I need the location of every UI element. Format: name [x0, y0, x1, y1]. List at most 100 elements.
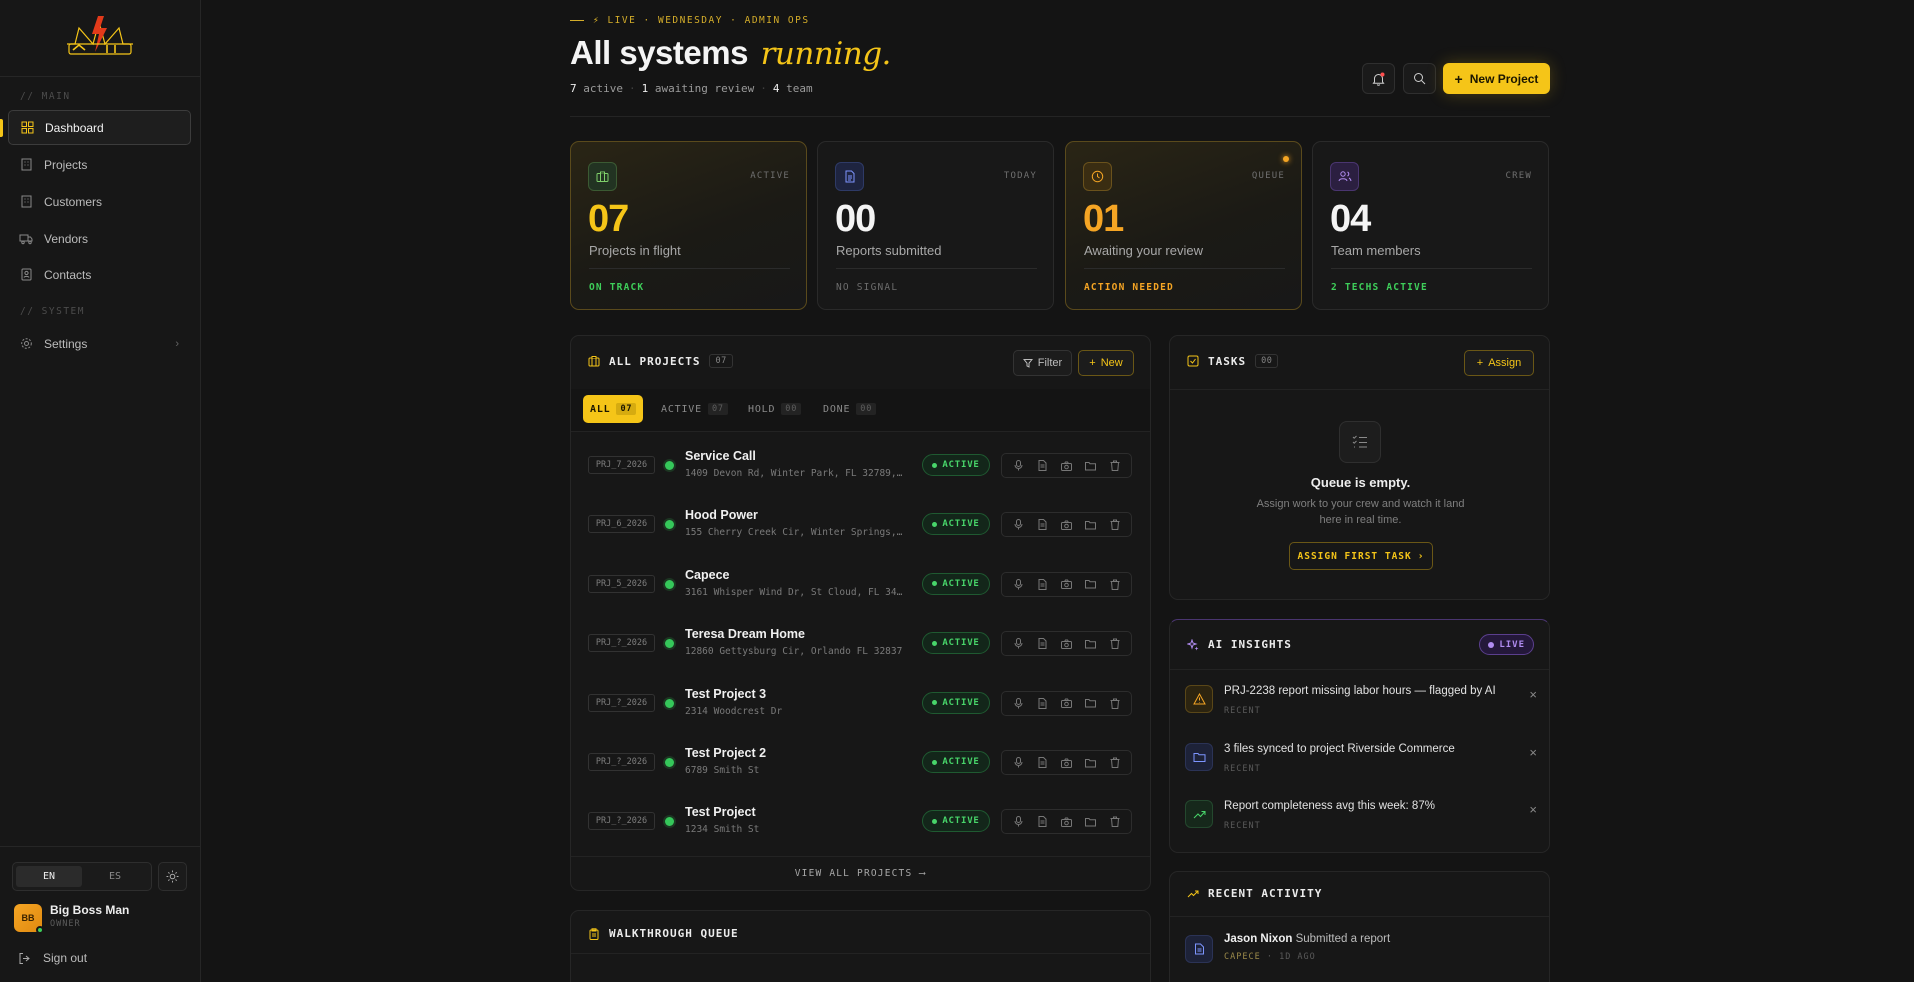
dismiss-icon[interactable]: × — [1529, 802, 1537, 817]
activity-text[interactable]: Jason Nixon Submitted a report — [1224, 933, 1390, 945]
filter-button[interactable]: Filter — [1013, 350, 1072, 376]
insight-item[interactable]: 3 files synced to project Riverside Comm… — [1185, 739, 1537, 785]
projects-panel: ALL PROJECTS 07 Filter + New ALL 07 ACTIVE 0… — [570, 335, 1151, 891]
trash-icon[interactable] — [1107, 695, 1123, 711]
trash-icon[interactable] — [1107, 814, 1123, 830]
project-row[interactable]: PRJ_?_2026 Test Project 1234 Smith St ACTIV… — [571, 793, 1150, 852]
camera-icon[interactable] — [1058, 458, 1074, 474]
tab-hold[interactable]: HOLD 00 — [741, 395, 808, 423]
project-name[interactable]: Capece — [685, 568, 729, 582]
avatar[interactable]: BB — [14, 904, 44, 934]
camera-icon[interactable] — [1058, 814, 1074, 830]
stat-card-active[interactable]: ACTIVE 07 Projects in flight ON TRACK — [570, 141, 807, 310]
trash-icon[interactable] — [1107, 517, 1123, 533]
status-badge: ACTIVE — [922, 810, 990, 833]
folder-icon[interactable] — [1083, 517, 1099, 533]
camera-icon[interactable] — [1058, 576, 1074, 592]
folder-icon[interactable] — [1083, 576, 1099, 592]
activity-meta: CAPECE · 1D AGO — [1224, 952, 1316, 962]
trash-icon[interactable] — [1107, 576, 1123, 592]
dismiss-icon[interactable]: × — [1529, 687, 1537, 702]
document-icon[interactable] — [1034, 814, 1050, 830]
dismiss-icon[interactable]: × — [1529, 745, 1537, 760]
mic-icon[interactable] — [1010, 636, 1026, 652]
document-icon[interactable] — [1034, 636, 1050, 652]
mic-icon[interactable] — [1010, 695, 1026, 711]
project-name[interactable]: Service Call — [685, 449, 756, 463]
folder-icon[interactable] — [1083, 695, 1099, 711]
camera-icon[interactable] — [1058, 517, 1074, 533]
project-name[interactable]: Hood Power — [685, 508, 758, 522]
row-actions — [1001, 690, 1132, 716]
recent-activity-title: RECENT ACTIVITY — [1187, 887, 1322, 900]
project-row[interactable]: PRJ_6_2026 Hood Power 155 Cherry Creek Cir… — [571, 496, 1150, 555]
sidebar-item-contacts[interactable]: Contacts — [8, 257, 191, 292]
alert-dot — [1283, 156, 1289, 162]
status-dot — [665, 579, 674, 589]
lang-en-button[interactable]: EN — [16, 866, 82, 887]
truck-icon — [19, 232, 33, 246]
status-badge: ACTIVE — [922, 572, 990, 595]
tab-done[interactable]: DONE 00 — [816, 395, 883, 423]
assign-first-task-button[interactable]: ASSIGN FIRST TASK › — [1289, 542, 1433, 570]
project-name[interactable]: Test Project 3 — [685, 687, 766, 701]
theme-toggle-button[interactable] — [158, 862, 187, 891]
camera-icon[interactable] — [1058, 636, 1074, 652]
sidebar-item-settings[interactable]: Settings › — [8, 326, 191, 361]
stat-card-today[interactable]: TODAY 00 Reports submitted NO SIGNAL — [817, 141, 1054, 310]
document-icon[interactable] — [1034, 755, 1050, 771]
assign-button[interactable]: + Assign — [1464, 350, 1534, 376]
chevron-right-icon: › — [175, 337, 179, 350]
document-icon[interactable] — [1034, 517, 1050, 533]
logo[interactable] — [0, 0, 200, 77]
sign-out-button[interactable]: Sign out — [18, 951, 87, 965]
sidebar-item-vendors[interactable]: Vendors — [8, 221, 191, 256]
mic-icon[interactable] — [1010, 458, 1026, 474]
new-project-small-button[interactable]: + New — [1078, 350, 1134, 376]
project-name[interactable]: Teresa Dream Home — [685, 627, 805, 641]
sidebar-item-customers[interactable]: Customers — [8, 184, 191, 219]
camera-icon[interactable] — [1058, 695, 1074, 711]
trash-icon[interactable] — [1107, 636, 1123, 652]
notifications-button[interactable] — [1362, 63, 1395, 94]
project-name[interactable]: Test Project — [685, 805, 756, 819]
trash-icon[interactable] — [1107, 458, 1123, 474]
stat-tag: TODAY — [1003, 171, 1037, 181]
mic-icon[interactable] — [1010, 814, 1026, 830]
project-name[interactable]: Test Project 2 — [685, 746, 766, 760]
folder-icon[interactable] — [1083, 636, 1099, 652]
mic-icon[interactable] — [1010, 576, 1026, 592]
sidebar-item-dashboard[interactable]: Dashboard — [8, 110, 191, 145]
lang-es-button[interactable]: ES — [82, 866, 148, 887]
tab-all[interactable]: ALL 07 — [583, 395, 644, 423]
sidebar-item-label: Settings — [44, 336, 88, 351]
view-all-projects-link[interactable]: VIEW ALL PROJECTS ⟶ — [571, 856, 1150, 890]
camera-icon[interactable] — [1058, 755, 1074, 771]
search-button[interactable] — [1403, 63, 1436, 94]
stat-value: 00 — [835, 198, 876, 240]
mic-icon[interactable] — [1010, 517, 1026, 533]
tab-active[interactable]: ACTIVE 07 — [654, 395, 735, 423]
project-row[interactable]: PRJ_?_2026 Teresa Dream Home 12860 Gettysb… — [571, 615, 1150, 674]
trash-icon[interactable] — [1107, 755, 1123, 771]
document-icon[interactable] — [1034, 695, 1050, 711]
folder-icon[interactable] — [1083, 458, 1099, 474]
project-row[interactable]: PRJ_?_2026 Test Project 2 6789 Smith St ACT… — [571, 734, 1150, 793]
project-row[interactable]: PRJ_7_2026 Service Call 1409 Devon Rd, Win… — [571, 437, 1150, 496]
sidebar-item-projects[interactable]: Projects — [8, 147, 191, 182]
document-icon[interactable] — [1034, 576, 1050, 592]
row-actions — [1001, 631, 1132, 657]
stat-card-crew[interactable]: CREW 04 Team members 2 TECHS ACTIVE — [1312, 141, 1549, 310]
search-icon — [1414, 73, 1426, 85]
folder-icon[interactable] — [1083, 755, 1099, 771]
insight-item[interactable]: PRJ-2238 report missing labor hours — fl… — [1185, 681, 1537, 727]
folder-icon[interactable] — [1083, 814, 1099, 830]
stat-card-queue[interactable]: QUEUE 01 Awaiting your review ACTION NEE… — [1065, 141, 1302, 310]
insight-item[interactable]: Report completeness avg this week: 87% R… — [1185, 796, 1537, 842]
project-row[interactable]: PRJ_?_2026 Test Project 3 2314 Woodcrest D… — [571, 675, 1150, 734]
new-project-button[interactable]: + New Project — [1443, 63, 1550, 94]
new-project-label: New Project — [1469, 71, 1539, 86]
document-icon[interactable] — [1034, 458, 1050, 474]
mic-icon[interactable] — [1010, 755, 1026, 771]
project-row[interactable]: PRJ_5_2026 Capece 3161 Whisper Wind Dr, St… — [571, 556, 1150, 615]
